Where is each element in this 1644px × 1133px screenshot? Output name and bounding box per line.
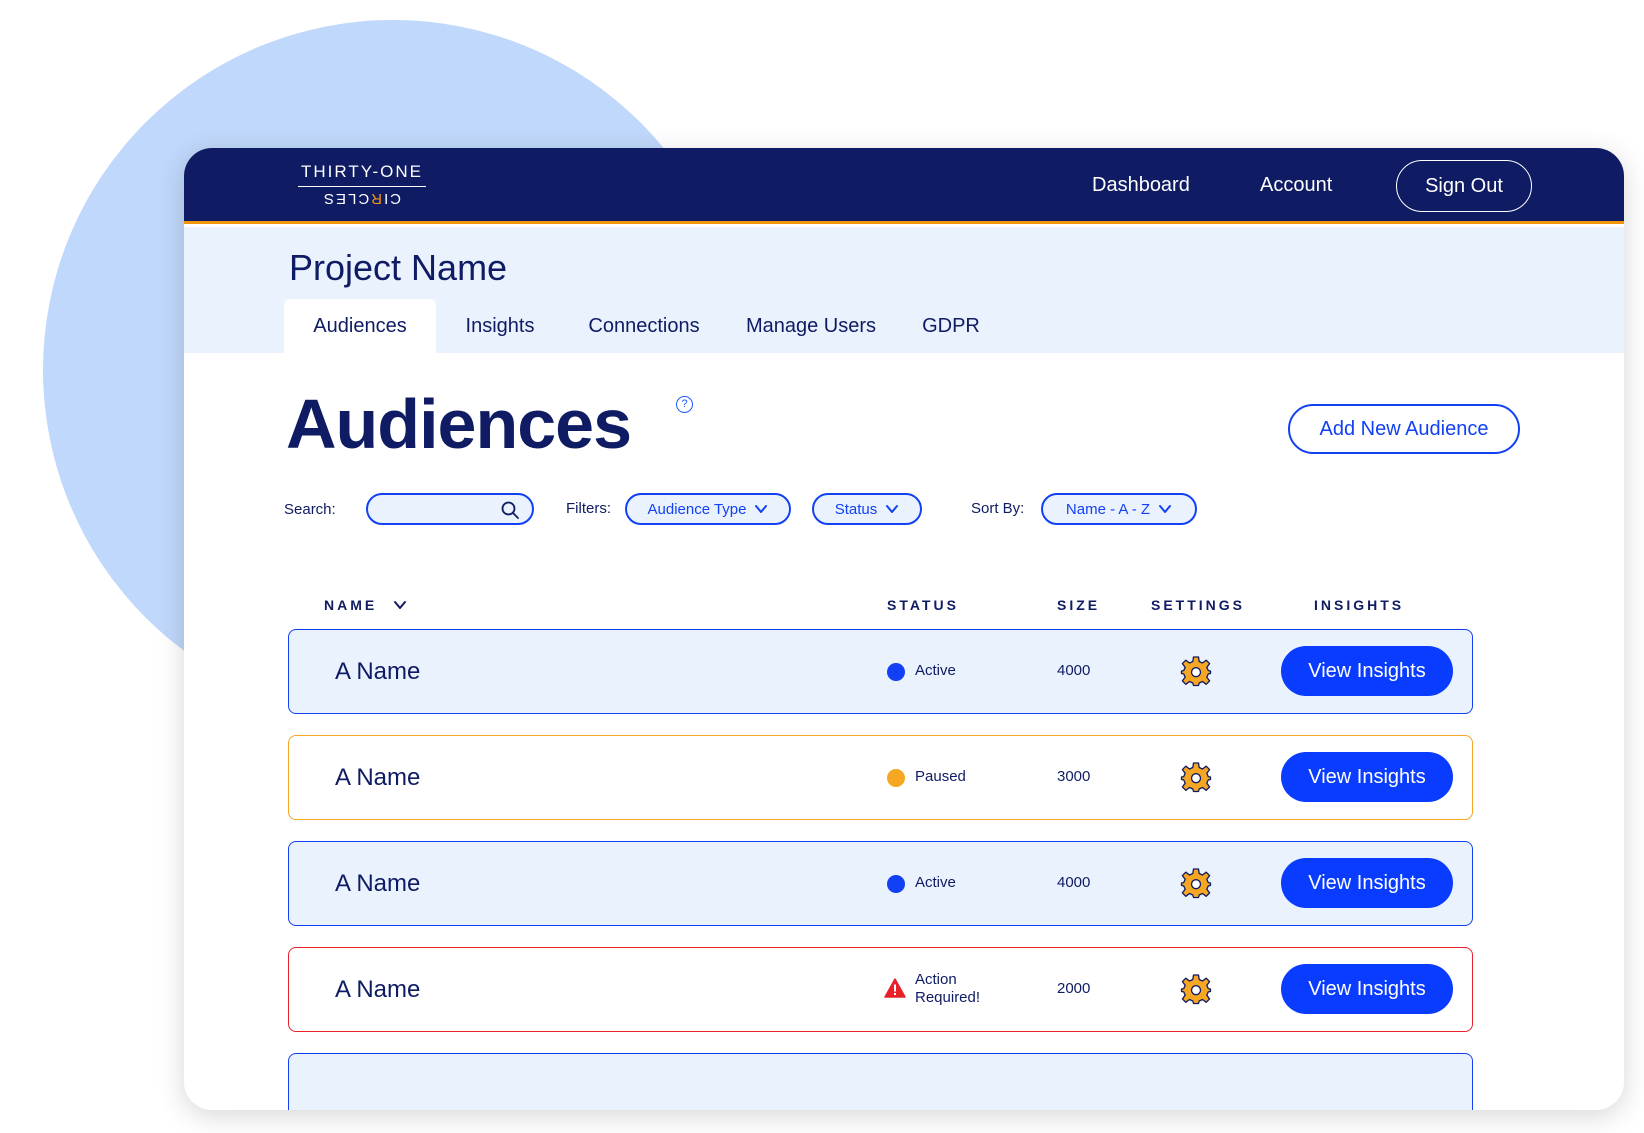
status-active-dot: [887, 663, 905, 681]
top-nav: THIRTY-ONE CIRCLES Dashboard Account Sig…: [184, 148, 1624, 224]
chevron-down-icon[interactable]: [393, 598, 407, 612]
logo-top-text: THIRTY-ONE: [298, 162, 426, 187]
chevron-down-icon: [755, 505, 768, 513]
status-text: Action Required!: [915, 971, 1005, 1007]
view-insights-button[interactable]: View Insights: [1281, 752, 1453, 802]
logo[interactable]: THIRTY-ONE CIRCLES: [298, 162, 426, 208]
gear-icon[interactable]: [1180, 655, 1212, 687]
search-input[interactable]: [382, 499, 500, 519]
column-header-insights: INSIGHTS: [1314, 597, 1405, 613]
gear-icon[interactable]: [1180, 867, 1212, 899]
sort-label: Sort By:: [971, 500, 1025, 517]
add-new-audience-button[interactable]: Add New Audience: [1288, 404, 1520, 454]
tab-manage-users[interactable]: Manage Users: [729, 299, 893, 353]
status-text-line2: Required!: [915, 989, 981, 1006]
audience-name: A Name: [335, 658, 421, 685]
audience-size: 2000: [1057, 980, 1091, 997]
sign-out-button[interactable]: Sign Out: [1396, 160, 1532, 212]
view-insights-button[interactable]: View Insights: [1281, 964, 1453, 1014]
status-active-dot: [887, 875, 905, 893]
audience-name: A Name: [335, 764, 421, 791]
audience-type-filter[interactable]: Audience Type: [625, 493, 791, 525]
chevron-down-icon: [886, 505, 899, 513]
status-text: Active: [915, 662, 956, 679]
page-title: Audiences: [286, 385, 632, 463]
nav-account-link[interactable]: Account: [1260, 174, 1332, 197]
filters-label: Filters:: [566, 500, 611, 517]
column-header-settings: SETTINGS: [1151, 597, 1246, 613]
sort-select-value: Name - A - Z: [1065, 500, 1151, 518]
audience-size: 4000: [1057, 874, 1091, 891]
column-header-size: SIZE: [1057, 597, 1101, 613]
column-header-name[interactable]: NAME: [324, 597, 377, 613]
table-row: A Name Action Required! 2000 View Insight…: [288, 947, 1473, 1032]
status-paused-dot: [887, 769, 905, 787]
audience-name: A Name: [335, 870, 421, 897]
warning-icon: [884, 978, 906, 998]
status-filter[interactable]: Status: [812, 493, 922, 525]
nav-dashboard-link[interactable]: Dashboard: [1092, 174, 1190, 197]
status-text-line1: Action: [915, 971, 957, 988]
search-field[interactable]: [366, 493, 534, 525]
project-title: Project Name: [289, 247, 508, 288]
view-insights-button[interactable]: View Insights: [1281, 646, 1453, 696]
help-icon[interactable]: ?: [676, 396, 693, 413]
logo-bottom-text: CIRCLES: [322, 190, 402, 207]
status-text: Paused: [915, 768, 966, 785]
gear-icon[interactable]: [1180, 761, 1212, 793]
gear-icon[interactable]: [1180, 973, 1212, 1005]
search-icon[interactable]: [501, 501, 519, 519]
status-text: Active: [915, 874, 956, 891]
tab-insights[interactable]: Insights: [447, 299, 553, 353]
audience-size: 4000: [1057, 662, 1091, 679]
search-label: Search:: [284, 501, 336, 518]
tab-gdpr[interactable]: GDPR: [909, 299, 993, 353]
audience-type-filter-label: Audience Type: [647, 500, 747, 518]
table-row: A Name Active 4000 View Insights: [288, 841, 1473, 926]
audience-name: A Name: [335, 976, 421, 1003]
audience-size: 3000: [1057, 768, 1091, 785]
column-header-status: STATUS: [887, 597, 959, 613]
table-row: [288, 1053, 1473, 1110]
sort-select[interactable]: Name - A - Z: [1041, 493, 1197, 525]
status-filter-label: Status: [834, 500, 878, 518]
app-window: THIRTY-ONE CIRCLES Dashboard Account Sig…: [184, 148, 1624, 1110]
table-row: A Name Paused 3000 View Insights: [288, 735, 1473, 820]
tab-audiences[interactable]: Audiences: [284, 299, 436, 353]
view-insights-button[interactable]: View Insights: [1281, 858, 1453, 908]
tab-connections[interactable]: Connections: [569, 299, 719, 353]
table-row: A Name Active 4000 View Insights: [288, 629, 1473, 714]
project-header: Project Name Audiences Insights Connecti…: [184, 227, 1624, 353]
chevron-down-icon: [1159, 505, 1172, 513]
